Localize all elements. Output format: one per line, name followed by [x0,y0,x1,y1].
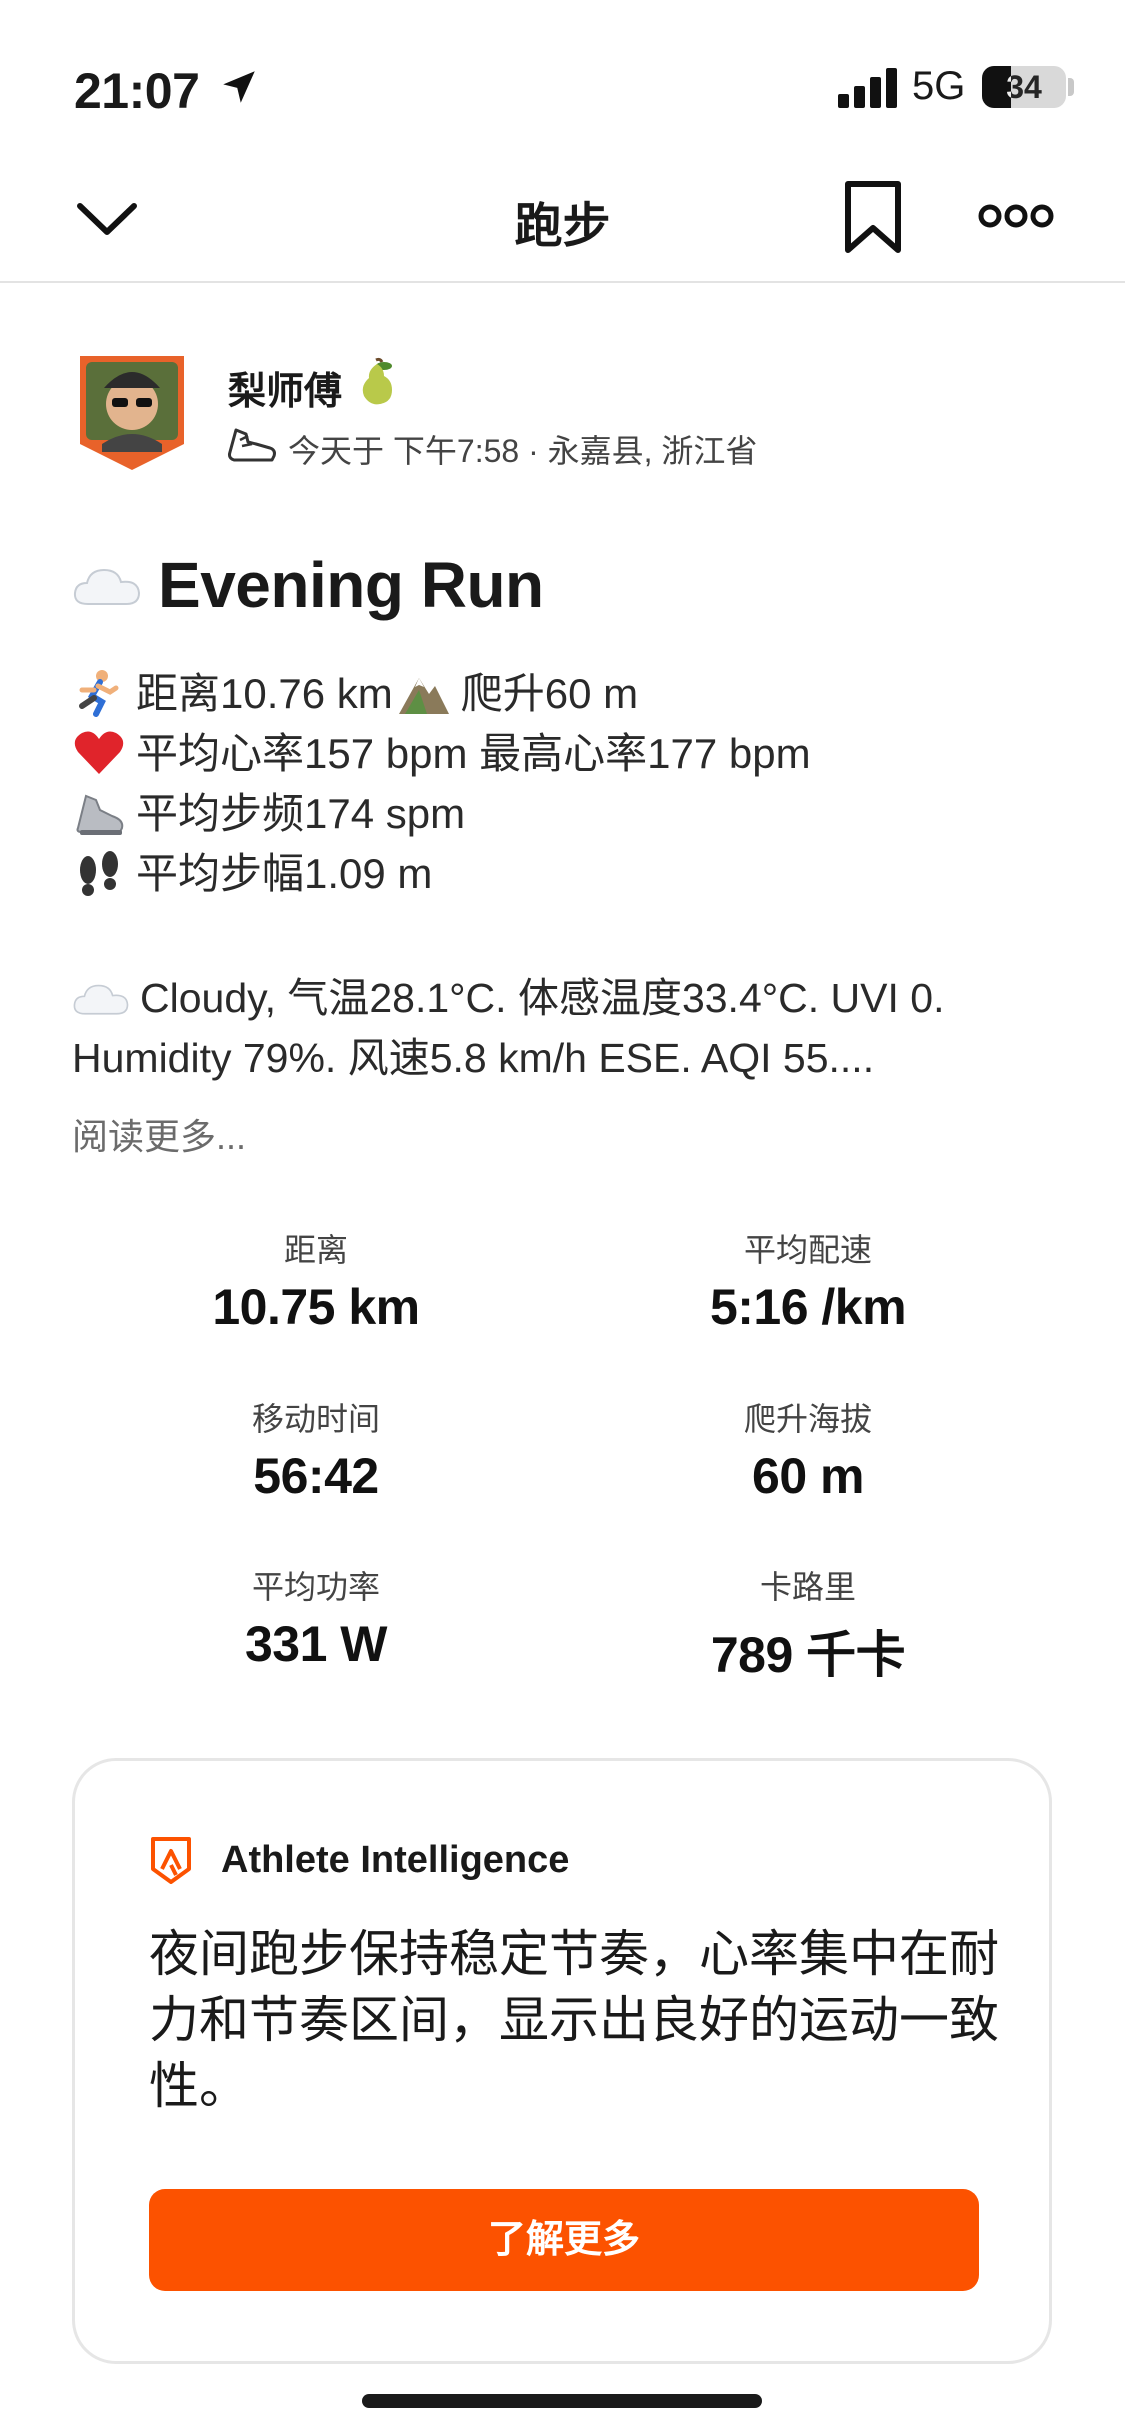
stat-elevation: 爬升海拔 60 m [598,1397,1018,1505]
cloud-icon [73,984,129,1015]
stat-label: 爬升海拔 [743,1401,872,1437]
athlete-intelligence-card: Athlete Intelligence 夜间跑步保持稳定节奏，心率集中在耐力和… [72,1758,1052,2364]
running-person-icon [79,670,119,717]
description-line-stride: 平均步幅1.09 m [72,840,432,901]
stat-label: 平均配速 [743,1232,872,1268]
heart-rate-text: 平均心率157 bpm 最高心率177 bpm [136,730,811,777]
more-options-icon[interactable] [978,196,1054,236]
battery-icon: 34 [982,66,1066,108]
network-type: 5G [912,64,966,108]
read-more-link[interactable]: 阅读更多... [72,1108,246,1160]
location-arrow-icon [223,71,255,103]
description-line-distance: 距离10.76 km 爬升60 m [72,660,638,721]
stat-distance: 距离 10.75 km [106,1228,526,1336]
bookmark-icon[interactable] [840,180,906,254]
stat-value: 10.75 km [212,1279,420,1335]
elevation-text: 爬升60 m [460,670,639,717]
stat-value: 5:16 /km [709,1279,907,1335]
stat-value: 60 m [752,1448,864,1504]
stat-value: 331 W [244,1616,388,1672]
weather-line-1: Cloudy, 气温28.1°C. 体感温度33.4°C. UVI 0. [72,964,944,1024]
activity-title: Evening Run [158,549,544,621]
athlete-intelligence-icon [151,1837,191,1884]
mountain-icon [398,678,449,714]
stat-label: 距离 [283,1232,348,1268]
stat-pace: 平均配速 5:16 /km [598,1228,1018,1336]
status-time: 21:07 [74,63,200,119]
cadence-text: 平均步频174 spm [136,790,466,837]
stat-value: 56:42 [253,1448,379,1504]
stat-value: 789 千卡 [710,1627,906,1683]
heart-icon [74,731,124,774]
description-line-heart-rate: 平均心率157 bpm 最高心率177 bpm [72,720,811,781]
stat-power: 平均功率 331 W [106,1565,526,1673]
stat-label: 平均功率 [251,1569,380,1605]
stat-calories: 卡路里 789 千卡 [598,1565,1018,1687]
home-indicator[interactable] [362,2394,762,2408]
learn-more-button[interactable]: 了解更多 [149,2189,979,2291]
distance-text: 距离10.76 km [136,670,393,717]
weather-text-2: Humidity 79%. 风速5.8 km/h ESE. AQI 55.... [72,1035,875,1081]
weather-text-1: Cloudy, 气温28.1°C. 体感温度33.4°C. UVI 0. [140,975,945,1021]
athlete-intelligence-title: Athlete Intelligence [221,1839,570,1881]
stat-label: 卡路里 [759,1569,856,1605]
sneaker-icon [228,428,276,462]
stride-text: 平均步幅1.09 m [136,850,433,897]
pear-icon [362,357,392,405]
avatar[interactable] [76,352,188,472]
battery-level: 34 [1006,69,1042,105]
description-line-cadence: 平均步频174 spm [72,780,465,841]
author-name[interactable]: 梨师傅 [228,360,342,415]
signal-bars-icon [838,68,897,108]
status-bar: 21:07 5G 34 [0,0,1125,150]
athlete-intelligence-summary: 夜间跑步保持稳定节奏，心率集中在耐力和节奏区间，显示出良好的运动一致性。 [149,1926,999,2114]
page-title: 跑步 [514,200,611,253]
footprints-icon [80,851,118,896]
nav-bar: 跑步 [0,150,1125,283]
sneaker-icon [76,794,124,835]
stat-label: 移动时间 [251,1401,380,1437]
cloud-icon [73,568,141,605]
stat-moving-time: 移动时间 56:42 [106,1397,526,1505]
activity-meta: 今天于 下午7:58 · 永嘉县, 浙江省 [288,433,758,469]
